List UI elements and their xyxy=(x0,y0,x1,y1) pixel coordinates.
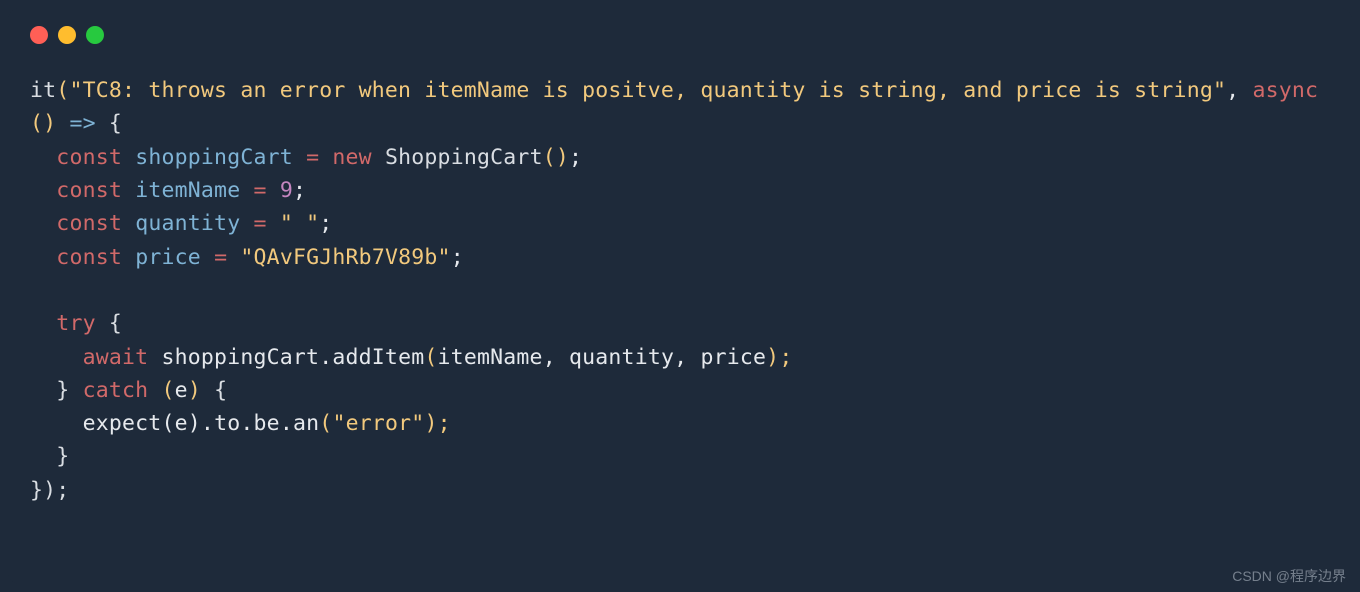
rbrace: } xyxy=(56,378,69,403)
code-block: it("TC8: throws an error when itemName i… xyxy=(8,54,1352,529)
window-titlebar xyxy=(8,8,1352,54)
semi: ; xyxy=(293,178,306,203)
async-keyword: async xyxy=(1252,78,1318,103)
comma: , xyxy=(543,345,569,370)
expr: shoppingCart.addItem xyxy=(161,345,424,370)
equals: = xyxy=(254,211,267,236)
comma: , xyxy=(1226,78,1252,103)
string-error: "error" xyxy=(332,411,424,436)
const-keyword: const xyxy=(56,245,122,270)
close-icon[interactable] xyxy=(30,26,48,44)
lbrace: { xyxy=(109,311,122,336)
arrow: => xyxy=(69,111,95,136)
rparen-semi: ); xyxy=(766,345,792,370)
const-keyword: const xyxy=(56,145,122,170)
parens: () xyxy=(30,111,56,136)
code-window: it("TC8: throws an error when itemName i… xyxy=(8,8,1352,584)
lparen: ( xyxy=(162,378,175,403)
minimize-icon[interactable] xyxy=(58,26,76,44)
rbrace: } xyxy=(56,444,69,469)
lparen: ( xyxy=(319,411,332,436)
const-keyword: const xyxy=(56,178,122,203)
close-all: }); xyxy=(30,478,69,503)
string-space: " " xyxy=(280,211,319,236)
watermark-text: CSDN @程序边界 xyxy=(1232,566,1346,586)
var-price: price xyxy=(135,245,201,270)
new-keyword: new xyxy=(332,145,371,170)
await-keyword: await xyxy=(83,345,149,370)
try-keyword: try xyxy=(56,311,95,336)
rparen-semi: ); xyxy=(424,411,450,436)
string-price: "QAvFGJhRb7V89b" xyxy=(240,245,450,270)
semi: ; xyxy=(569,145,582,170)
equals: = xyxy=(254,178,267,203)
semi: ; xyxy=(451,245,464,270)
lparen: ( xyxy=(424,345,437,370)
arg: itemName xyxy=(438,345,543,370)
number-literal: 9 xyxy=(280,178,293,203)
arg: price xyxy=(700,345,766,370)
test-description-string: "TC8: throws an error when itemName is p… xyxy=(69,78,1226,103)
comma: , xyxy=(674,345,700,370)
catch-keyword: catch xyxy=(83,378,149,403)
maximize-icon[interactable] xyxy=(86,26,104,44)
equals: = xyxy=(214,245,227,270)
equals: = xyxy=(306,145,319,170)
expect-call: expect(e).to.be.an xyxy=(83,411,320,436)
lparen: ( xyxy=(56,78,69,103)
arg: quantity xyxy=(569,345,674,370)
class-shoppingcart: ShoppingCart xyxy=(385,145,543,170)
var-quantity: quantity xyxy=(135,211,240,236)
parens: () xyxy=(543,145,569,170)
fn-it: it xyxy=(30,78,56,103)
lbrace: { xyxy=(214,378,227,403)
const-keyword: const xyxy=(56,211,122,236)
lbrace: { xyxy=(109,111,122,136)
var-shoppingcart: shoppingCart xyxy=(135,145,293,170)
var-itemname: itemName xyxy=(135,178,240,203)
rparen: ) xyxy=(188,378,201,403)
var-e: e xyxy=(175,378,188,403)
semi: ; xyxy=(319,211,332,236)
